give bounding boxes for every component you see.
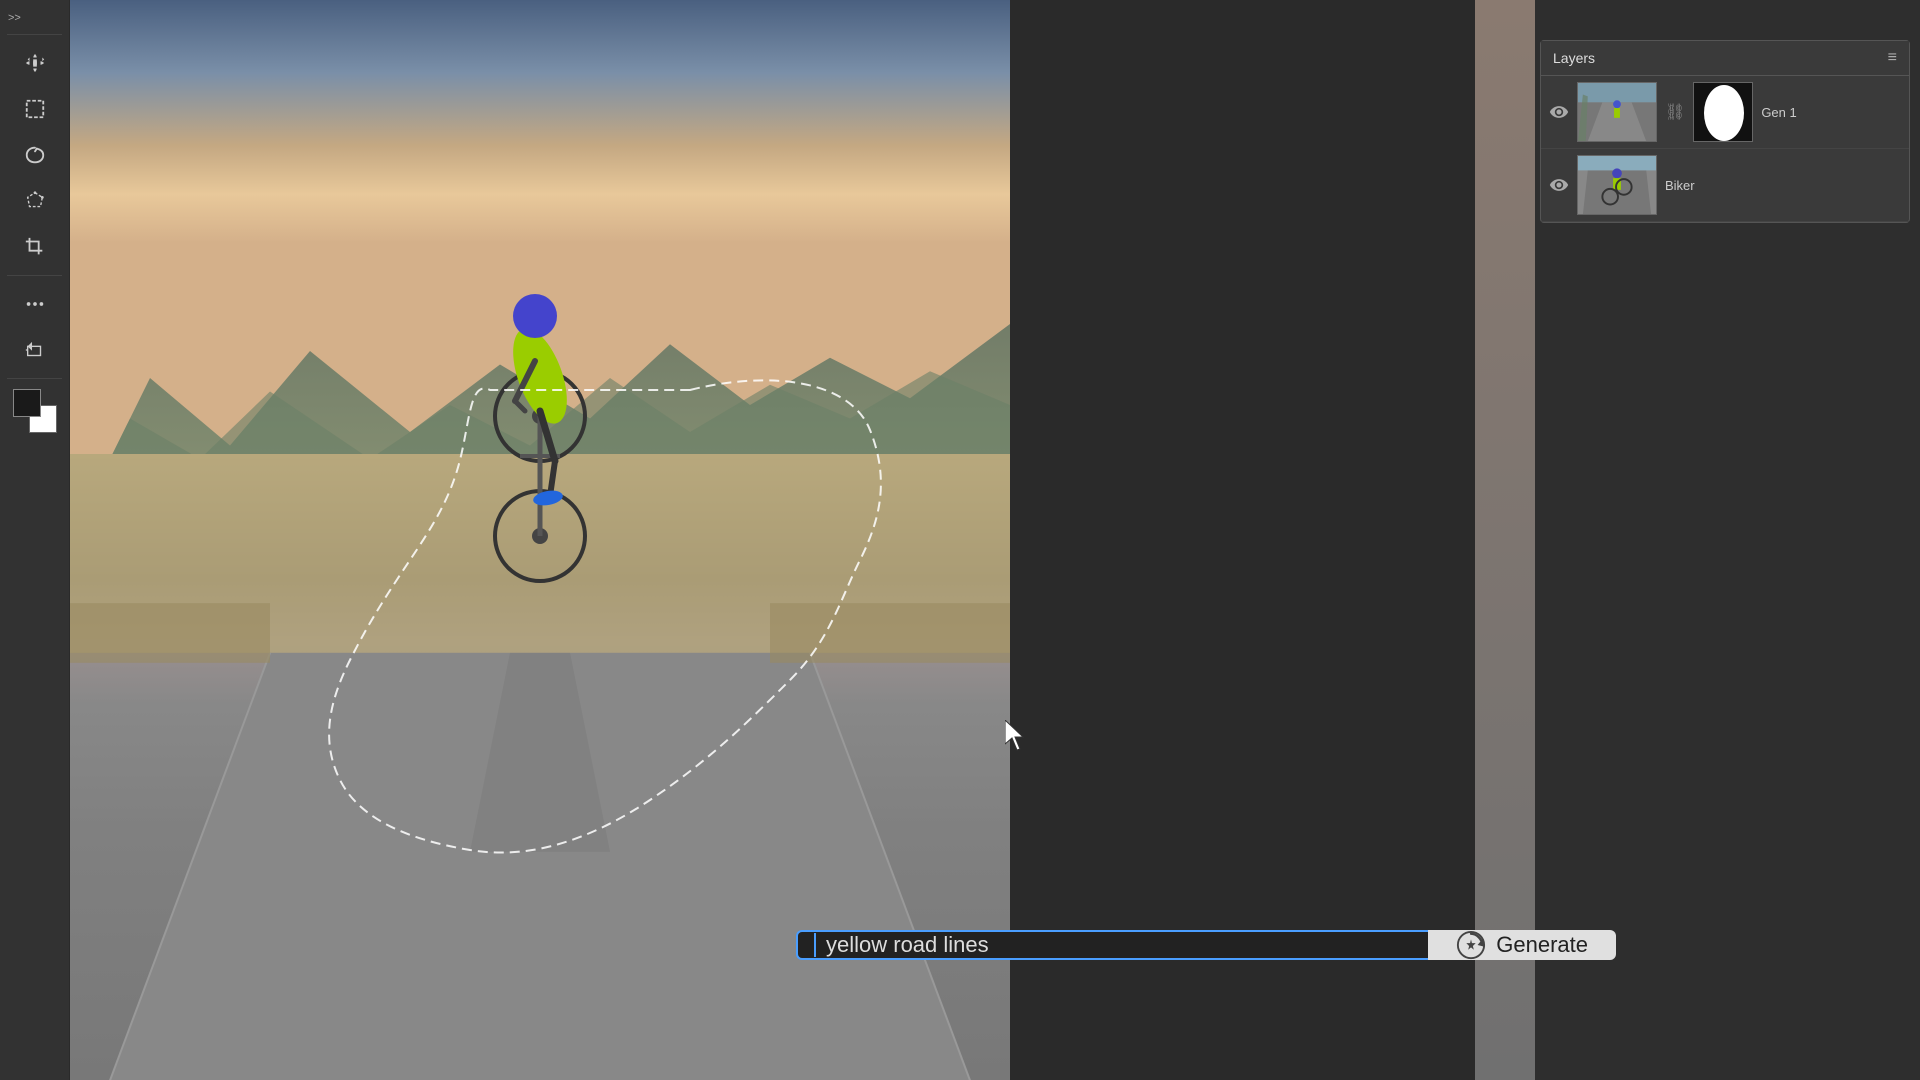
layer-thumb-biker	[1577, 155, 1657, 215]
layers-title: Layers	[1553, 50, 1595, 66]
canvas-area	[70, 0, 1010, 1080]
transform-tool-button[interactable]	[13, 328, 57, 372]
layer-visibility-biker[interactable]	[1549, 175, 1569, 195]
layer-name-biker: Biker	[1665, 178, 1901, 193]
prompt-input-wrapper[interactable]	[796, 930, 1428, 960]
foreground-color-swatch[interactable]	[13, 389, 41, 417]
layers-menu-icon[interactable]: ≡	[1888, 49, 1897, 67]
toolbar-divider	[7, 34, 62, 35]
polygonal-lasso-icon	[24, 190, 46, 212]
layers-panel: Layers ≡ ⛓	[1540, 40, 1910, 223]
layer-mask-gen1	[1693, 82, 1753, 142]
canvas-background	[70, 0, 1010, 1080]
toolbar-divider-3	[7, 378, 62, 379]
more-tools-button[interactable]	[13, 282, 57, 326]
toolbar-collapse-button[interactable]: >>	[0, 8, 69, 28]
layer-chain-icon: ⛓	[1665, 102, 1685, 122]
lasso-tool-button[interactable]	[13, 133, 57, 177]
transform-icon	[24, 339, 46, 361]
polygonal-lasso-button[interactable]	[13, 179, 57, 223]
layer-name-gen1: Gen 1	[1761, 105, 1901, 120]
crop-tool-button[interactable]	[13, 225, 57, 269]
prompt-input[interactable]	[826, 932, 1412, 958]
prompt-bar: Generate	[796, 930, 1616, 960]
prompt-cursor	[814, 933, 816, 957]
layer-item-gen1[interactable]: ⛓ Gen 1	[1541, 76, 1909, 149]
marquee-tool-button[interactable]	[13, 87, 57, 131]
more-icon	[24, 293, 46, 315]
move-icon	[24, 52, 46, 74]
collapse-label: >>	[8, 12, 21, 24]
move-tool-button[interactable]	[13, 41, 57, 85]
biker-figure	[440, 216, 640, 616]
toolbar: >>	[0, 0, 70, 1080]
layer-item-biker[interactable]: Biker	[1541, 149, 1909, 222]
extended-right-canvas	[1475, 0, 1535, 1080]
toolbar-divider-2	[7, 275, 62, 276]
generate-button[interactable]: Generate	[1428, 930, 1616, 960]
generate-sparkle-icon	[1456, 930, 1486, 960]
lasso-icon	[24, 144, 46, 166]
generate-label: Generate	[1496, 932, 1588, 958]
layer-thumb-gen1	[1577, 82, 1657, 142]
right-panel: Layers ≡ ⛓	[1535, 0, 1920, 1080]
layers-header: Layers ≡	[1541, 41, 1909, 76]
marquee-icon	[24, 98, 46, 120]
layer-visibility-gen1[interactable]	[1549, 102, 1569, 122]
color-swatches[interactable]	[13, 389, 57, 433]
crop-icon	[24, 236, 46, 258]
